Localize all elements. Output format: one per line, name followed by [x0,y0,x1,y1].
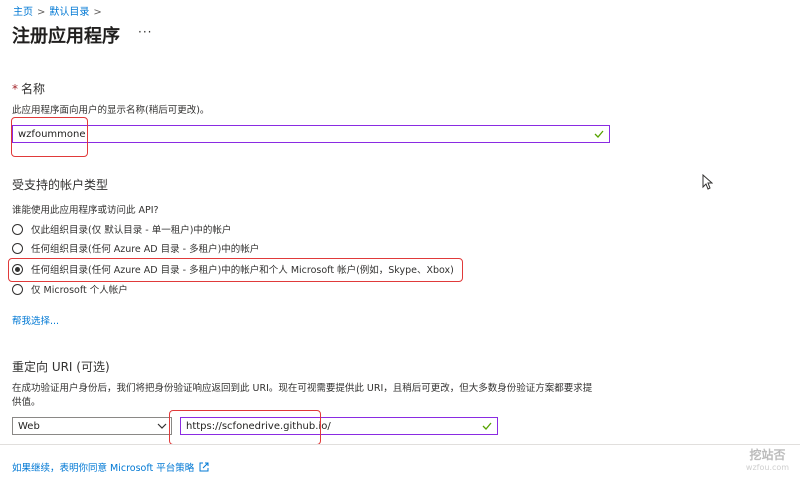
redirect-help-line2: 供值。 [12,397,41,408]
breadcrumb-home[interactable]: 主页 [13,7,33,18]
radio-option-personal-only[interactable]: 仅 Microsoft 个人帐户 [12,282,128,296]
checkmark-icon [482,422,492,430]
breadcrumb: 主页 > 默认目录 > [13,3,106,18]
platform-select-value: Web [18,420,40,432]
breadcrumb-separator: > [37,7,46,18]
account-types-label: 受支持的帐户类型 [12,178,109,192]
breadcrumb-directory[interactable]: 默认目录 [49,7,89,18]
watermark-logo-text: 挖站否 [749,448,786,462]
platform-policy-link[interactable]: 如果继续，表明你同意 Microsoft 平台策略 [12,460,209,474]
highlight-box-uri [169,410,321,445]
radio-option-multi-tenant[interactable]: 任何组织目录(任何 Azure AD 目录 - 多租户)中的帐户 [12,241,259,255]
external-link-icon [199,462,209,472]
watermark: 挖站否 wzfou.com [740,446,795,472]
chevron-down-icon [157,423,167,429]
radio-button[interactable] [12,283,23,295]
highlight-box-account [8,258,463,282]
platform-policy-text: 如果继续，表明你同意 Microsoft 平台策略 [12,463,195,474]
name-label: * 名称 [12,82,46,96]
redirect-uri-label: 重定向 URI (可选) [12,360,110,374]
more-options-button[interactable]: ··· [138,25,152,39]
radio-label: 仅此组织目录(仅 默认目录 - 单一租户)中的帐户 [31,225,232,236]
watermark-domain: wzfou.com [745,463,790,472]
mouse-pointer-icon [702,174,713,190]
name-help-text: 此应用程序面向用户的显示名称(稍后可更改)。 [12,105,210,116]
help-me-choose-link[interactable]: 帮我选择... [12,313,59,327]
required-mark: * [12,82,18,96]
radio-button[interactable] [12,242,23,254]
checkmark-icon [594,130,604,138]
highlight-box-name [11,117,88,157]
radio-label: 仅 Microsoft 个人帐户 [31,285,128,296]
breadcrumb-separator: > [93,7,102,18]
radio-button[interactable] [12,223,23,235]
page-title: 注册应用程序 [12,26,120,47]
radio-label: 任何组织目录(任何 Azure AD 目录 - 多租户)中的帐户 [31,244,260,255]
name-input[interactable]: wzfoummone [12,125,610,143]
platform-select[interactable]: Web [12,417,172,435]
redirect-help-line1: 在成功验证用户身份后，我们将把身份验证响应返回到此 URI。现在可视需要提供此 … [12,383,593,394]
radio-option-single-tenant[interactable]: 仅此组织目录(仅 默认目录 - 单一租户)中的帐户 [12,222,231,236]
account-question: 谁能使用此应用程序或访问此 API? [12,205,159,216]
footer-divider [0,444,800,445]
